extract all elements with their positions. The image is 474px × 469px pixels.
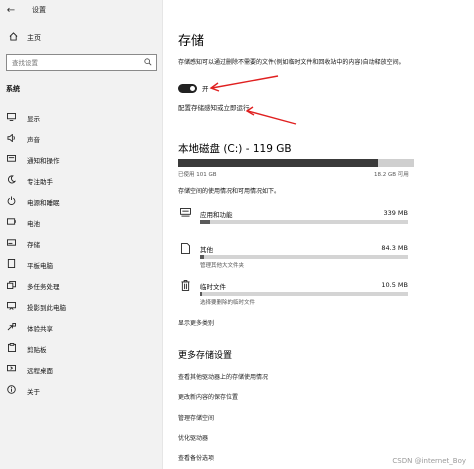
disk-title: 本地磁盘 (C:) - 119 GB [178,143,292,155]
speaker-icon [6,132,17,144]
sidebar-item-about[interactable]: 关于 [0,380,163,401]
sidebar-home[interactable]: 主页 [0,30,163,46]
toggle-knob [190,85,195,91]
apps-icon [178,208,192,220]
category-size: 339 MB [383,209,408,217]
battery-icon [6,218,17,227]
sidebar-item-multitasking[interactable]: 多任务处理 [0,275,163,296]
category-usage-bar [200,255,408,259]
more-storage-settings-title: 更多存储设置 [178,351,233,361]
sidebar-item-tablet[interactable]: 平板电脑 [0,254,163,275]
info-icon [6,385,17,396]
sidebar-item-storage[interactable]: 存储 [0,233,163,254]
category-usage-fill [200,292,203,296]
watermark: CSDN @internet_Boy [392,457,466,465]
sidebar-home-label: 主页 [27,34,41,42]
sidebar-item-power[interactable]: 电源和睡眠 [0,191,163,212]
project-icon [6,301,17,312]
more-link-manage-spaces[interactable]: 管理存储空间 [178,413,214,422]
sidebar-item-label: 关于 [27,387,40,396]
sidebar-item-sound[interactable]: 声音 [0,128,163,149]
configure-storage-sense-link[interactable]: 配置存储感知或立即运行 [178,102,250,112]
category-name: 临时文件 [200,283,226,291]
more-link-optimize-drives[interactable]: 优化驱动器 [178,433,208,442]
category-apps[interactable]: 应用和功能 339 MB [178,208,418,238]
sidebar-item-label: 平板电脑 [27,261,53,270]
home-icon [8,32,18,44]
notification-icon [6,154,17,165]
sidebar-item-label: 专注助手 [27,177,53,186]
sidebar-item-battery[interactable]: 电池 [0,212,163,233]
category-other[interactable]: 其他 84.3 MB 管理其他大文件夹 [178,243,418,273]
sidebar-item-label: 剪贴板 [27,345,47,354]
sidebar: ← 设置 主页 系统 显示 声音 通知和操作 专注助手 [0,0,163,469]
power-icon [6,196,17,207]
toggle-state-label: 开 [202,85,209,93]
search-icon[interactable] [144,57,152,68]
sidebar-item-label: 多任务处理 [27,282,60,291]
category-usage-fill [200,255,205,259]
category-name: 其他 [200,246,213,254]
disk-used-label: 已使用 101 GB [178,172,217,178]
sidebar-item-label: 通知和操作 [27,156,60,165]
sidebar-item-display[interactable]: 显示 [0,107,163,128]
more-link-backup-options[interactable]: 查看备份选项 [178,453,214,462]
category-size: 10.5 MB [381,281,408,289]
multitask-icon [6,280,17,291]
category-temp-files[interactable]: 临时文件 10.5 MB 选择要删除的临时文件 [178,280,418,310]
category-name: 应用和功能 [200,211,233,219]
disk-usage-bar [178,159,414,167]
sidebar-item-label: 远程桌面 [27,366,53,375]
remote-desktop-icon [6,364,17,375]
moon-icon [6,175,17,186]
sidebar-item-label: 体验共享 [27,324,53,333]
category-size: 84.3 MB [381,244,408,252]
category-subtitle: 管理其他大文件夹 [200,263,245,269]
more-link-save-location[interactable]: 更改新内容的保存位置 [178,392,238,401]
sidebar-item-remote-desktop[interactable]: 远程桌面 [0,359,163,380]
window-title: 设置 [32,6,46,14]
sidebar-item-label: 电源和睡眠 [27,198,60,207]
search-input[interactable] [12,58,140,67]
sidebar-item-notifications[interactable]: 通知和操作 [0,149,163,170]
page-title: 存储 [178,34,205,49]
category-subtitle: 选择要删除的临时文件 [200,300,256,306]
storage-usage-description: 存储空间的使用情况和可用情况如下。 [178,188,281,195]
storage-icon [6,239,17,248]
sidebar-nav: 显示 声音 通知和操作 专注助手 电源和睡眠 电池 存储 平板电脑 多任务处理 … [0,107,163,401]
trash-icon [178,280,192,294]
window-titlebar: ← 设置 [0,0,163,20]
sidebar-item-project[interactable]: 投影到此电脑 [0,296,163,317]
category-usage-fill [200,220,211,224]
back-arrow-icon[interactable]: ← [4,5,18,16]
main-content: 存储 存储感知可以通过删除不需要的文件(例如临时文件和回收站中的内容)自动释放空… [178,0,474,469]
storage-sense-toggle[interactable] [178,83,197,93]
share-icon [6,322,17,333]
category-usage-bar [200,220,408,224]
storage-sense-description: 存储感知可以通过删除不需要的文件(例如临时文件和回收站中的内容)自动释放空间。 [178,59,405,66]
sidebar-item-clipboard[interactable]: 剪贴板 [0,338,163,359]
sidebar-item-label: 投影到此电脑 [27,303,66,312]
tablet-icon [6,259,17,270]
disk-free-label: 18.2 GB 可用 [374,172,409,178]
sidebar-item-label: 显示 [27,114,40,123]
clipboard-icon [6,343,17,354]
storage-sense-toggle-row: 开 [178,83,209,93]
monitor-icon [6,112,17,123]
folder-icon [178,243,192,257]
sidebar-item-shared-experiences[interactable]: 体验共享 [0,317,163,338]
sidebar-section-label: 系统 [6,85,20,93]
sidebar-item-label: 存储 [27,240,40,249]
sidebar-item-label: 电池 [27,219,40,228]
sidebar-item-label: 声音 [27,135,40,144]
category-usage-bar [200,292,408,296]
disk-usage-fill [178,159,378,167]
show-more-categories-link[interactable]: 显示更多类别 [178,318,214,327]
more-link-other-drives[interactable]: 查看其他驱动器上的存储使用情况 [178,372,268,381]
search-box[interactable] [6,54,157,71]
sidebar-item-focus-assist[interactable]: 专注助手 [0,170,163,191]
